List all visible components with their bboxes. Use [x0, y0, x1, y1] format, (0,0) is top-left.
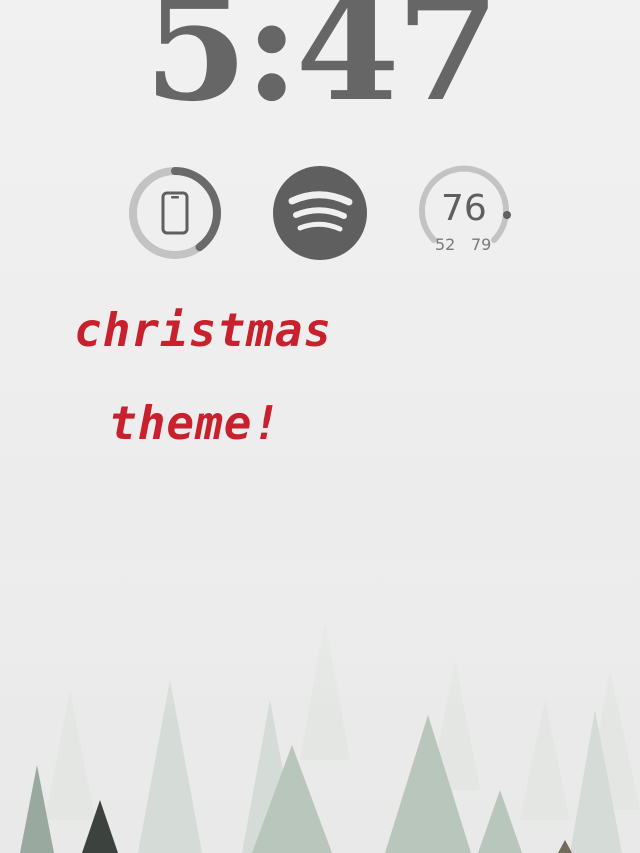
temperature-high: 79: [471, 235, 492, 254]
spotify-widget[interactable]: [272, 165, 368, 261]
temperature-current: 76: [441, 188, 487, 229]
caption-line-1: christmas: [74, 303, 333, 357]
forest-wallpaper: [0, 560, 640, 853]
battery-widget[interactable]: [127, 165, 223, 261]
clock-time: 5:47: [143, 0, 500, 135]
temperature-low: 52: [435, 235, 456, 254]
caption-line-2: theme!: [109, 396, 282, 450]
phone-icon: [161, 191, 189, 235]
lock-screen: 5:47 76 52 79 christmas theme!: [0, 0, 640, 853]
spotify-icon: [273, 166, 367, 260]
